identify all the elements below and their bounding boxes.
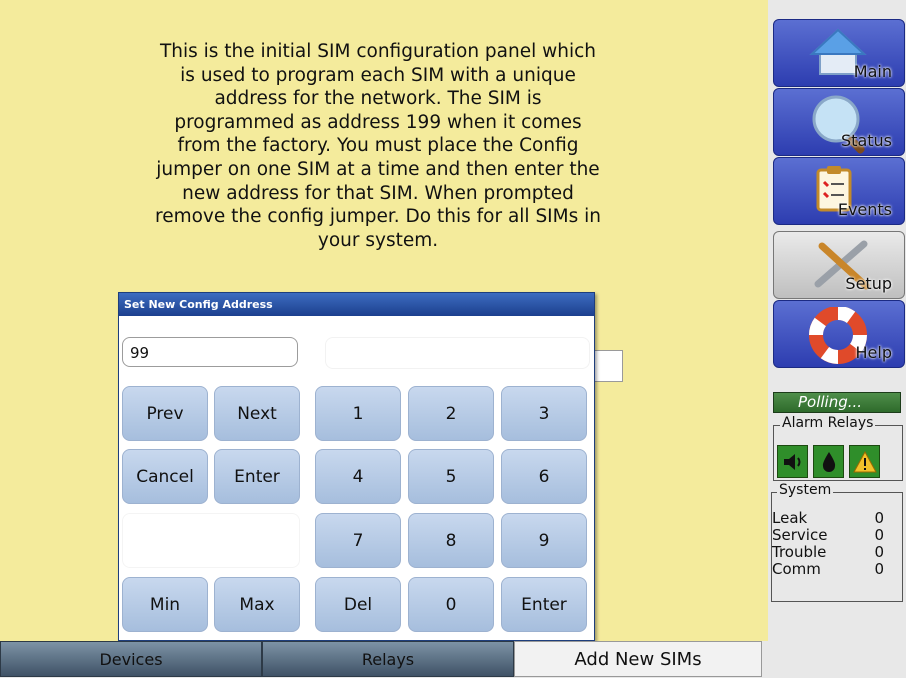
address-box[interactable] [594,350,623,382]
blank-key [122,513,300,568]
nav-setup-button[interactable]: Setup [773,231,905,299]
speaker-icon[interactable] [777,445,808,478]
nav-events-button[interactable]: Events [773,157,905,225]
system-row-service: Service 0 [772,527,892,543]
system-row-trouble: Trouble 0 [772,544,892,560]
address-input[interactable]: 99 [122,337,298,367]
key-3-button[interactable]: 3 [501,386,587,441]
water-drop-icon[interactable] [813,445,844,478]
nav-help-button[interactable]: Help [773,300,905,368]
description-line: jumper on one SIM at a time and then ent… [156,158,600,180]
description-line: programmed as address 199 when it comes [174,111,582,133]
description-line: is used to program each SIM with a uniqu… [180,64,576,86]
description-line: from the factory. You must place the Con… [177,135,579,157]
system-row-value: 0 [874,526,884,544]
max-button[interactable]: Max [214,577,300,632]
cancel-button[interactable]: Cancel [122,449,208,504]
system-row-comm: Comm 0 [772,561,892,577]
tab-relays[interactable]: Relays [262,641,514,677]
description-line: This is the initial SIM configuration pa… [159,41,597,62]
description-line: address for the network. The SIM is [214,88,542,110]
key-7-button[interactable]: 7 [315,513,401,568]
key-2-button[interactable]: 2 [408,386,494,441]
key-5-button[interactable]: 5 [408,449,494,504]
key-4-button[interactable]: 4 [315,449,401,504]
del-button[interactable]: Del [315,577,401,632]
tab-add-new-sims[interactable]: Add New SIMs [514,641,762,677]
nav-help-label: Help [855,343,892,362]
system-row-value: 0 [874,509,884,527]
system-row-value: 0 [874,560,884,578]
description-line: remove the config jumper. Do this for al… [155,206,601,228]
next-button[interactable]: Next [214,386,300,441]
system-row-label: Trouble [772,543,827,561]
config-address-dialog: Set New Config Address 99 Prev Next 1 2 … [118,292,595,641]
system-row-value: 0 [874,543,884,561]
key-6-button[interactable]: 6 [501,449,587,504]
prev-button[interactable]: Prev [122,386,208,441]
description-text: This is the initial SIM configuration pa… [128,40,628,252]
description-line: your system. [317,229,439,251]
system-row-label: Leak [772,509,808,527]
nav-status-button[interactable]: Status [773,88,905,156]
dialog-title: Set New Config Address [119,293,594,316]
tab-devices[interactable]: Devices [0,641,262,677]
key-0-button[interactable]: 0 [408,577,494,632]
key-9-button[interactable]: 9 [501,513,587,568]
system-row-label: Service [772,526,828,544]
enter-button[interactable]: Enter [501,577,587,632]
key-1-button[interactable]: 1 [315,386,401,441]
system-row-label: Comm [772,560,821,578]
min-button[interactable]: Min [122,577,208,632]
key-8-button[interactable]: 8 [408,513,494,568]
alarm-relays-label: Alarm Relays [780,415,876,431]
main-panel: This is the initial SIM configuration pa… [0,0,768,641]
nav-main-label: Main [853,62,892,81]
system-label: System [777,482,834,498]
enter-left-button[interactable]: Enter [214,449,300,504]
nav-events-label: Events [837,200,892,219]
nav-status-label: Status [841,131,892,150]
nav-main-button[interactable]: Main [773,19,905,87]
warning-icon[interactable] [849,445,880,478]
nav-setup-label: Setup [845,274,892,293]
system-row-leak: Leak 0 [772,510,892,526]
polling-indicator: Polling... [773,392,901,413]
secondary-input [325,337,590,369]
description-line: new address for that SIM. When prompted [182,182,574,204]
